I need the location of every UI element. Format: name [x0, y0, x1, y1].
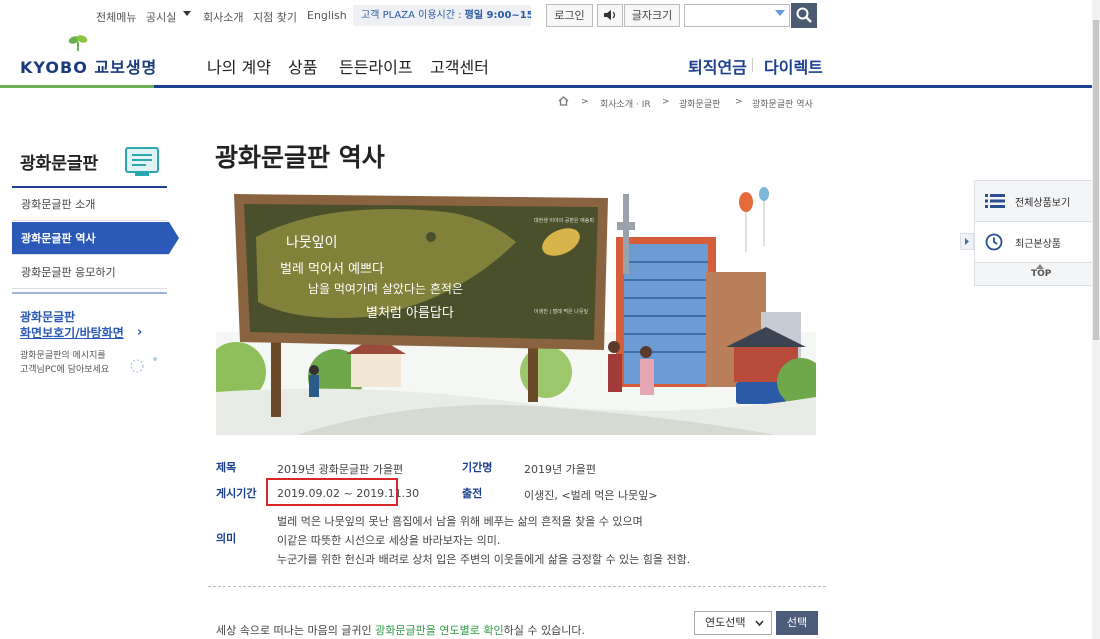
page-title: 광화문글판 역사: [215, 143, 385, 172]
quick-recent-products[interactable]: 최근본상품: [975, 222, 1093, 263]
info-posting-label: 게시기간: [216, 487, 257, 500]
header-underline: [0, 85, 1100, 88]
info-meaning-line: 이같은 따뜻한 시선으로 세상을 바라보자는 의미.: [277, 534, 501, 547]
company-link[interactable]: 회사소개: [203, 9, 243, 25]
kyobo-logo[interactable]: KYOBO 교보생명: [20, 34, 156, 77]
quick-menu-toggle[interactable]: [960, 233, 974, 250]
all-menu-link[interactable]: 전체메뉴: [96, 9, 136, 25]
signboard-illustration: 나뭇잎이 벌레 먹어서 예쁘다 남을 먹여가며 살았다는 흔적은 별처럼 아름답…: [216, 182, 816, 435]
logo-text: KYOBO 교보생명: [20, 58, 158, 77]
nav-direct[interactable]: 다이렉트: [764, 54, 823, 78]
sidebar-item-intro[interactable]: 광화문글판 소개: [12, 188, 167, 221]
chevron-right-icon: ›: [137, 325, 143, 340]
posting-period-highlight: [266, 478, 398, 506]
nav-divider: [752, 58, 753, 72]
sound-button[interactable]: [597, 4, 623, 27]
font-size-button[interactable]: 글자크기: [624, 4, 680, 27]
quick-all-products[interactable]: 전체상품보기: [975, 181, 1093, 222]
quick-all-products-label: 전체상품보기: [1015, 198, 1071, 209]
info-title-label: 제목: [216, 461, 237, 474]
sparkle-dots-icon: [130, 357, 157, 373]
banner-title-line2: 화면보호기/바탕화면: [20, 326, 124, 340]
info-source-label: 출전: [462, 487, 483, 500]
info-meaning-line: 벌레 먹은 나뭇잎의 못난 흠집에서 남을 위해 베푸는 삶의 흔적을 찾을 수…: [277, 515, 643, 528]
poem-caption: 이생진 | 벌레 먹은 나뭇잎: [534, 309, 589, 315]
nav-customer-center[interactable]: 고객센터: [430, 54, 489, 78]
breadcrumb-item-company[interactable]: 회사소개 · IR: [600, 97, 651, 110]
english-link[interactable]: English: [307, 9, 347, 22]
banner-desc-line1: 광화문글판의 메시지를: [20, 351, 106, 361]
banner-title-line1: 광화문글판: [20, 310, 76, 324]
speaker-icon: [604, 10, 616, 20]
quick-menu: 전체상품보기 최근본상품 TOP: [974, 180, 1094, 286]
chevron-down-icon: [755, 620, 764, 627]
plaza-hours: 고객 PLAZA 이용시간 : 평일 9:00~15:50: [353, 5, 531, 26]
info-meaning-label: 의미: [216, 532, 237, 545]
clock-icon: [985, 233, 1003, 251]
year-guide-text: 세상 속으로 떠나는 마음의 글귀인 광화문글판을 연도별로 확인하실 수 있습…: [216, 624, 585, 637]
list-icon: [985, 194, 1005, 208]
breadcrumb-separator: >: [735, 97, 743, 107]
breadcrumb-item-board[interactable]: 광화문글판: [679, 97, 720, 110]
poem-line1: 나뭇잎이: [286, 235, 338, 251]
section-divider: [208, 586, 826, 587]
nav-my-contract[interactable]: 나의 계약: [207, 54, 271, 78]
sidebar-item-history[interactable]: 광화문글판 역사: [12, 222, 169, 255]
info-period-label: 기간명: [462, 461, 493, 474]
quick-recent-products-label: 최근본상품: [1015, 239, 1061, 250]
nav-products[interactable]: 상품: [288, 54, 317, 78]
select-button[interactable]: 선택: [776, 611, 818, 635]
scrollbar-thumb[interactable]: [1093, 20, 1099, 340]
search-icon: [796, 7, 812, 23]
disclosure-link[interactable]: 공시실: [146, 9, 176, 25]
home-icon[interactable]: [558, 96, 569, 106]
breadcrumb-item-current: 광화문글판 역사: [752, 100, 813, 110]
page-scrollbar[interactable]: [1092, 0, 1100, 639]
play-right-icon: [965, 238, 969, 245]
sidebar-item-apply[interactable]: 광화문글판 응모하기: [12, 256, 167, 289]
caret-down-icon: [183, 11, 191, 16]
info-period-value: 2019년 가을편: [524, 463, 596, 476]
year-select[interactable]: 연도선택: [694, 611, 772, 635]
nav-pension[interactable]: 퇴직연금: [688, 54, 747, 78]
scroll-top-button[interactable]: TOP: [1031, 269, 1051, 279]
poem-top-caption: 대한생 이야의 공판은 애송피: [534, 218, 594, 224]
active-indicator: [169, 222, 179, 254]
utility-bar: 전체메뉴 공시실 회사소개 지점 찾기 English 고객 PLAZA 이용시…: [0, 0, 1100, 32]
signboard-icon: [125, 147, 159, 176]
screensaver-banner[interactable]: 광화문글판 화면보호기/바탕화면 › 광화문글판의 메시지를 고객님PC에 담아…: [12, 292, 167, 380]
poem-line2: 벌레 먹어서 예쁘다: [280, 262, 384, 277]
breadcrumb-separator: >: [662, 97, 670, 107]
nav-life[interactable]: 든든라이프: [339, 54, 413, 78]
breadcrumb-separator: >: [581, 97, 589, 107]
branch-finder-link[interactable]: 지점 찾기: [253, 9, 297, 25]
info-source-value: 이생진, <벌레 먹은 나뭇잎>: [524, 489, 658, 502]
dropdown-caret-icon: [775, 10, 785, 16]
banner-desc-line2: 고객님PC에 담아보세요: [20, 365, 110, 375]
login-button[interactable]: 로그인: [546, 4, 593, 27]
sidebar-title: 광화문글판: [20, 154, 99, 174]
info-title-value: 2019년 광화문글판 가을편: [277, 463, 404, 476]
poem-line3: 남을 먹여가며 살았다는 흔적은: [308, 282, 463, 296]
info-meaning-line: 누군가를 위한 헌신과 배려로 상처 입은 주변의 이웃들에게 삶을 긍정할 수…: [277, 553, 691, 566]
poem-line4: 별처럼 아름답다: [366, 306, 454, 321]
logo-sprout-icon: [68, 35, 88, 51]
search-button[interactable]: [791, 3, 817, 28]
